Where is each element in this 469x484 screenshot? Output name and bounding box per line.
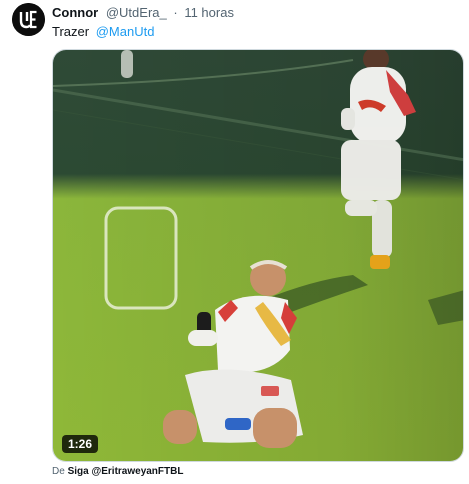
attribution-link[interactable]: Siga @EritraweyanFTBL	[68, 466, 184, 477]
avatar[interactable]	[12, 3, 45, 36]
tweet-card[interactable]: Connor @UtdEra_ · 11 horas Trazer @ManUt…	[0, 0, 469, 484]
attribution-line: De Siga @EritraweyanFTBL	[52, 465, 183, 478]
video-thumbnail	[53, 50, 463, 461]
timestamp[interactable]: 11 horas	[184, 5, 234, 20]
video-duration-badge: 1:26	[62, 435, 99, 453]
author-name[interactable]: Connor	[52, 5, 98, 20]
video-player[interactable]: 1:26	[52, 49, 464, 462]
attribution-prefix: De	[52, 466, 65, 477]
ue-monogram-logo-icon	[12, 3, 45, 36]
mention-link[interactable]: @ManUtd	[96, 24, 155, 39]
author-handle[interactable]: @UtdEra_	[106, 5, 167, 20]
tweet-header: Connor @UtdEra_ · 11 horas	[52, 4, 234, 21]
tweet-text: Trazer @ManUtd	[52, 23, 154, 40]
tweet-text-content: Trazer	[52, 24, 90, 39]
separator-dot: ·	[173, 5, 178, 20]
